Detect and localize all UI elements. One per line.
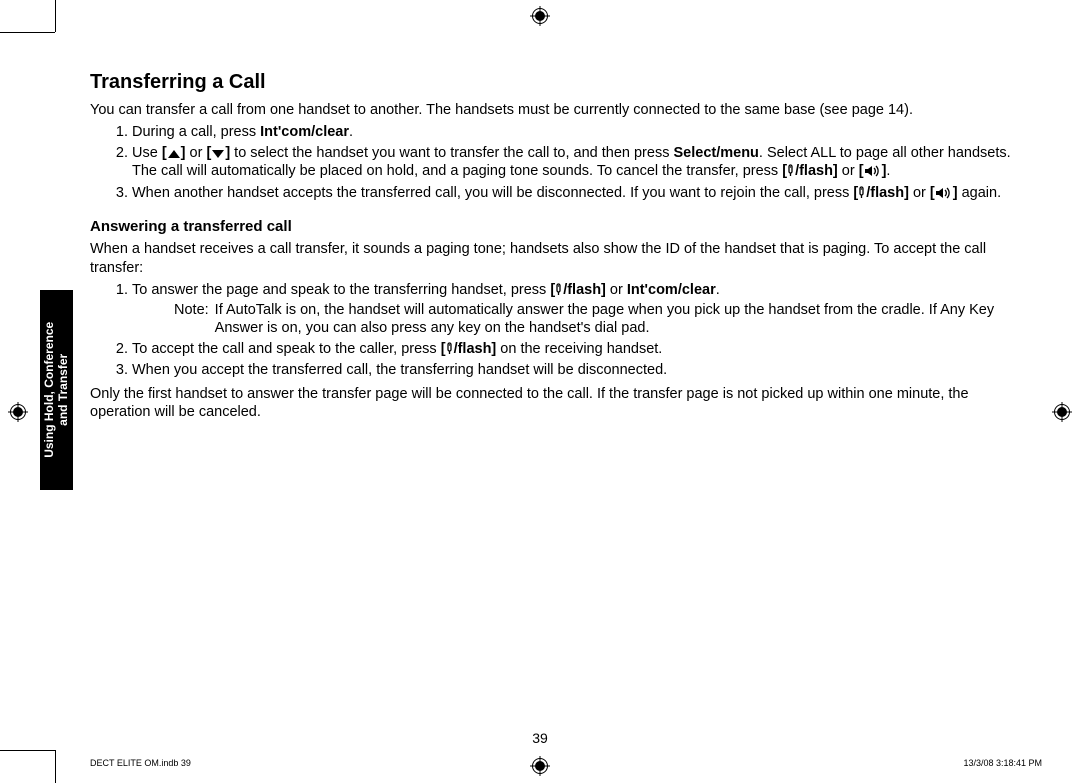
- key-speaker-icon: []: [930, 185, 958, 201]
- register-mark-icon: [1052, 402, 1072, 422]
- key-down-icon: []: [206, 145, 230, 161]
- page-title: Transferring a Call: [90, 70, 1030, 95]
- step-item: Use [] or [] to select the handset you w…: [132, 144, 1030, 180]
- register-mark-icon: [530, 6, 550, 26]
- key-flash-icon: [/flash]: [853, 185, 909, 201]
- step-item: To answer the page and speak to the tran…: [132, 281, 1030, 337]
- register-mark-icon: [530, 756, 550, 776]
- step-item: To accept the call and speak to the call…: [132, 340, 1030, 358]
- page-number: 39: [0, 730, 1080, 746]
- footer-filename: DECT ELITE OM.indb 39: [90, 758, 191, 768]
- note-label: Note:: [174, 301, 215, 337]
- section-tab: Using Hold, Conferenceand Transfer: [40, 290, 73, 490]
- paragraph: Only the first handset to answer the tra…: [90, 385, 1030, 421]
- step-item: When you accept the transferred call, th…: [132, 361, 1030, 379]
- section-tab-label: Using Hold, Conferenceand Transfer: [43, 322, 71, 458]
- paragraph: When a handset receives a call transfer,…: [90, 240, 1030, 276]
- crop-mark: [55, 0, 56, 32]
- key-flash-icon: [/flash]: [441, 341, 497, 357]
- register-mark-icon: [8, 402, 28, 422]
- note-body: If AutoTalk is on, the handset will auto…: [215, 301, 1030, 337]
- page-content: Transferring a Call You can transfer a c…: [90, 70, 1030, 424]
- note-block: Note: If AutoTalk is on, the handset wil…: [132, 301, 1030, 337]
- step-item: When another handset accepts the transfe…: [132, 184, 1030, 202]
- key-label: Select/menu: [673, 145, 758, 161]
- steps-list-2: To answer the page and speak to the tran…: [90, 281, 1030, 380]
- crop-mark: [0, 750, 55, 751]
- key-flash-icon: [/flash]: [782, 163, 838, 179]
- footer-timestamp: 13/3/08 3:18:41 PM: [963, 758, 1042, 768]
- intro-paragraph: You can transfer a call from one handset…: [90, 101, 1030, 119]
- steps-list-1: During a call, press Int'com/clear. Use …: [90, 123, 1030, 202]
- crop-mark: [55, 750, 56, 783]
- crop-mark: [0, 32, 55, 33]
- subheading: Answering a transferred call: [90, 218, 1030, 237]
- step-item: During a call, press Int'com/clear.: [132, 123, 1030, 141]
- key-label: Int'com/clear: [260, 124, 349, 140]
- key-speaker-icon: []: [859, 163, 887, 179]
- key-label: Int'com/clear: [627, 282, 716, 298]
- key-up-icon: []: [162, 145, 186, 161]
- key-flash-icon: [/flash]: [550, 282, 606, 298]
